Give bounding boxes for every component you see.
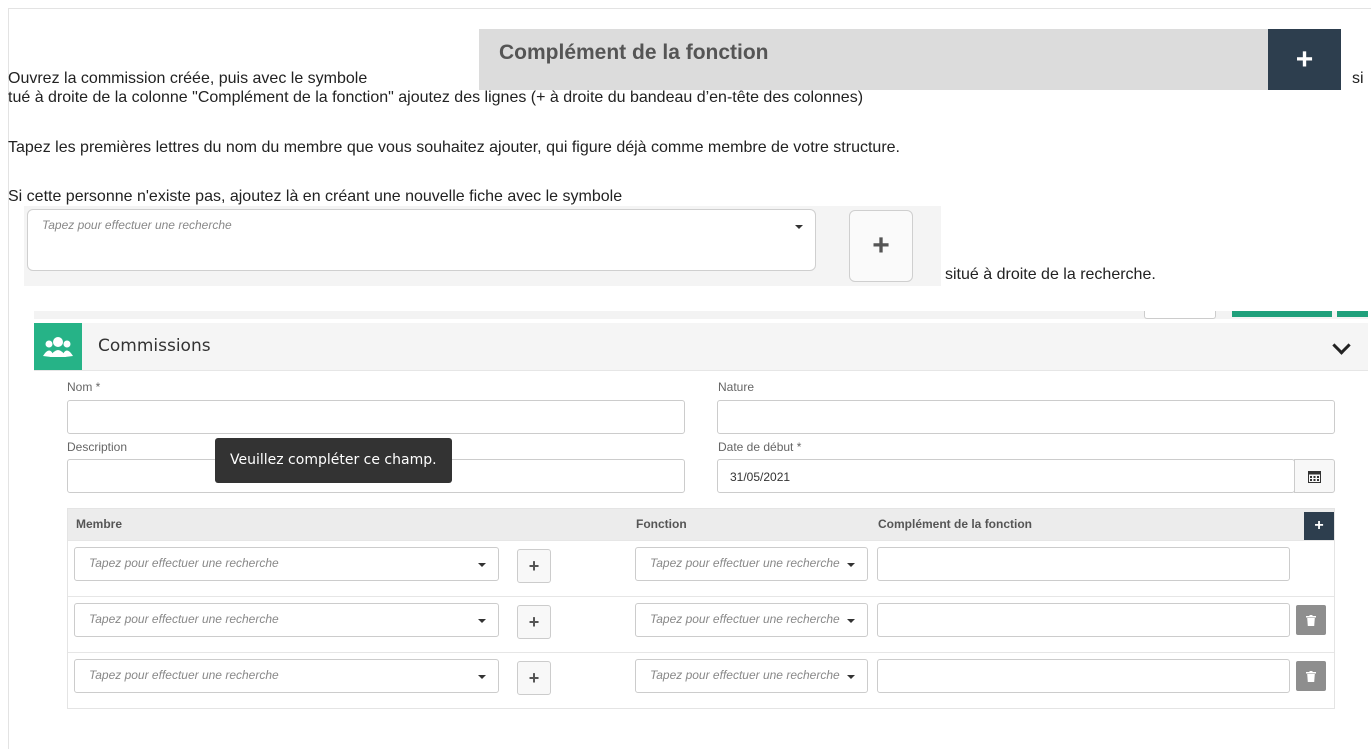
nature-field[interactable] — [717, 400, 1335, 434]
delete-row-button[interactable] — [1296, 605, 1326, 635]
fonction-select[interactable]: Tapez pour effectuer une recherche — [635, 659, 868, 693]
validation-tooltip: Veuillez compléter ce champ. — [215, 438, 452, 483]
complement-field[interactable] — [877, 659, 1290, 693]
fonction-select[interactable]: Tapez pour effectuer une recherche — [635, 603, 868, 637]
instruction-line-2: tué à droite de la colonne "Complément d… — [8, 89, 864, 106]
instruction-line-3: Tapez les premières lettres du nom du me… — [8, 139, 900, 156]
membre-placeholder: Tapez pour effectuer une recherche — [89, 612, 279, 626]
membre-select[interactable]: Tapez pour effectuer une recherche — [74, 659, 499, 693]
search-select: Tapez pour effectuer une recherche — [27, 209, 816, 271]
nom-field[interactable] — [67, 400, 685, 434]
table-header: Membre Fonction Complément de la fonctio… — [68, 509, 1334, 540]
panel-header[interactable]: Commissions — [34, 323, 1368, 371]
search-placeholder: Tapez pour effectuer une recherche — [42, 218, 232, 232]
membre-placeholder: Tapez pour effectuer une recherche — [89, 556, 279, 570]
table-row: Tapez pour effectuer une recherche + Tap… — [68, 540, 1334, 597]
caret-down-icon — [847, 563, 855, 567]
panel-title: Commissions — [98, 336, 211, 356]
table-row: Tapez pour effectuer une recherche + Tap… — [68, 652, 1334, 709]
toolbar-button[interactable] — [1144, 311, 1216, 319]
toolbar-save-button[interactable] — [1232, 311, 1332, 317]
nature-label: Nature — [718, 380, 755, 394]
fonction-placeholder: Tapez pour effectuer une recherche — [650, 612, 840, 626]
toolbar-dropdown-button[interactable] — [1337, 311, 1368, 317]
group-icon — [34, 323, 82, 370]
fonction-placeholder: Tapez pour effectuer une recherche — [650, 556, 840, 570]
date-field[interactable]: 31/05/2021 — [717, 459, 1295, 493]
complement-header-image: Complément de la fonction + — [479, 29, 1341, 90]
column-complement: Complément de la fonction — [878, 517, 1033, 531]
search-field-image: Tapez pour effectuer une recherche + — [24, 206, 941, 286]
trash-icon — [1306, 670, 1316, 682]
membre-select[interactable]: Tapez pour effectuer une recherche — [74, 547, 499, 581]
complement-field[interactable] — [877, 547, 1290, 581]
commissions-screenshot: Commissions Nom * Nature Description Dat… — [34, 311, 1368, 749]
trash-icon — [1306, 614, 1316, 626]
new-member-button[interactable]: + — [517, 661, 551, 695]
new-member-button[interactable]: + — [517, 605, 551, 639]
column-fonction: Fonction — [636, 517, 687, 531]
fonction-placeholder: Tapez pour effectuer une recherche — [650, 668, 840, 682]
add-row-symbol: + — [1268, 29, 1341, 90]
complement-header-label: Complément de la fonction — [499, 41, 769, 64]
table-row: Tapez pour effectuer une recherche + Tap… — [68, 596, 1334, 653]
date-label: Date de début * — [718, 440, 802, 454]
caret-down-icon — [478, 675, 486, 679]
new-record-symbol: + — [849, 210, 913, 282]
membre-select[interactable]: Tapez pour effectuer une recherche — [74, 603, 499, 637]
instruction-line-5: situé à droite de la recherche. — [945, 266, 1156, 283]
fonction-select[interactable]: Tapez pour effectuer une recherche — [635, 547, 868, 581]
caret-down-icon — [478, 619, 486, 623]
instruction-line-4: Si cette personne n'existe pas, ajoutez … — [8, 188, 623, 205]
caret-down-icon — [847, 675, 855, 679]
nom-label: Nom * — [67, 380, 101, 394]
column-membre: Membre — [76, 517, 123, 531]
complement-field[interactable] — [877, 603, 1290, 637]
add-row-button[interactable]: + — [1304, 512, 1334, 540]
caret-down-icon — [847, 619, 855, 623]
caret-down-icon — [795, 225, 803, 229]
new-member-button[interactable]: + — [517, 549, 551, 583]
calendar-icon[interactable] — [1294, 459, 1335, 493]
instruction-line-1-suffix: si — [1352, 70, 1364, 87]
caret-down-icon — [478, 563, 486, 567]
delete-row-button[interactable] — [1296, 661, 1326, 691]
description-label: Description — [67, 440, 128, 454]
chevron-down-icon[interactable] — [1332, 336, 1351, 355]
members-table: Membre Fonction Complément de la fonctio… — [67, 508, 1335, 709]
instruction-line-1: Ouvrez la commission créée, puis avec le… — [8, 70, 368, 87]
membre-placeholder: Tapez pour effectuer une recherche — [89, 668, 279, 682]
